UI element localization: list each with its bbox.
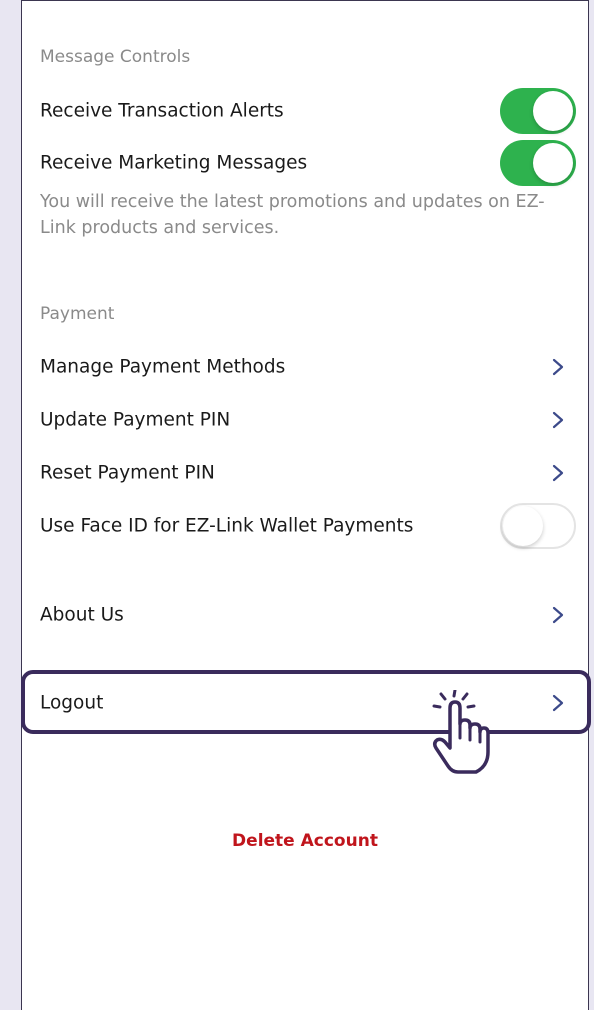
marketing-messages-row: Receive Marketing Messages	[22, 137, 588, 189]
reset-payment-pin-row[interactable]: Reset Payment PIN	[22, 447, 588, 499]
face-id-row: Use Face ID for EZ-Link Wallet Payments	[22, 500, 588, 552]
transaction-alerts-label: Receive Transaction Alerts	[40, 100, 284, 122]
section-title-payment: Payment	[40, 304, 115, 324]
face-id-toggle[interactable]	[500, 503, 576, 549]
update-payment-pin-label: Update Payment PIN	[40, 409, 231, 431]
about-us-label: About Us	[40, 604, 124, 626]
logout-row[interactable]: Logout	[22, 677, 588, 729]
face-id-label: Use Face ID for EZ-Link Wallet Payments	[40, 515, 414, 537]
settings-screen: Message Controls Receive Transaction Ale…	[21, 0, 589, 1010]
chevron-right-icon	[550, 693, 566, 713]
marketing-description: You will receive the latest promotions a…	[40, 192, 545, 238]
chevron-right-icon	[550, 605, 566, 625]
marketing-messages-toggle[interactable]	[500, 140, 576, 186]
about-us-row[interactable]: About Us	[22, 589, 588, 641]
transaction-alerts-toggle[interactable]	[500, 88, 576, 134]
chevron-right-icon	[550, 463, 566, 483]
hand-pointer-icon	[424, 688, 494, 774]
chevron-right-icon	[550, 410, 566, 430]
reset-payment-pin-label: Reset Payment PIN	[40, 462, 215, 484]
chevron-right-icon	[550, 357, 566, 377]
transaction-alerts-row: Receive Transaction Alerts	[22, 85, 588, 137]
toggle-knob	[503, 506, 543, 546]
manage-payment-methods-label: Manage Payment Methods	[40, 356, 286, 378]
marketing-messages-label: Receive Marketing Messages	[40, 152, 308, 174]
manage-payment-methods-row[interactable]: Manage Payment Methods	[22, 341, 588, 393]
logout-label: Logout	[40, 692, 104, 714]
toggle-knob	[533, 143, 573, 183]
toggle-knob	[533, 91, 573, 131]
delete-account-link[interactable]: Delete Account	[22, 831, 588, 851]
update-payment-pin-row[interactable]: Update Payment PIN	[22, 394, 588, 446]
section-title-message-controls: Message Controls	[40, 47, 191, 67]
